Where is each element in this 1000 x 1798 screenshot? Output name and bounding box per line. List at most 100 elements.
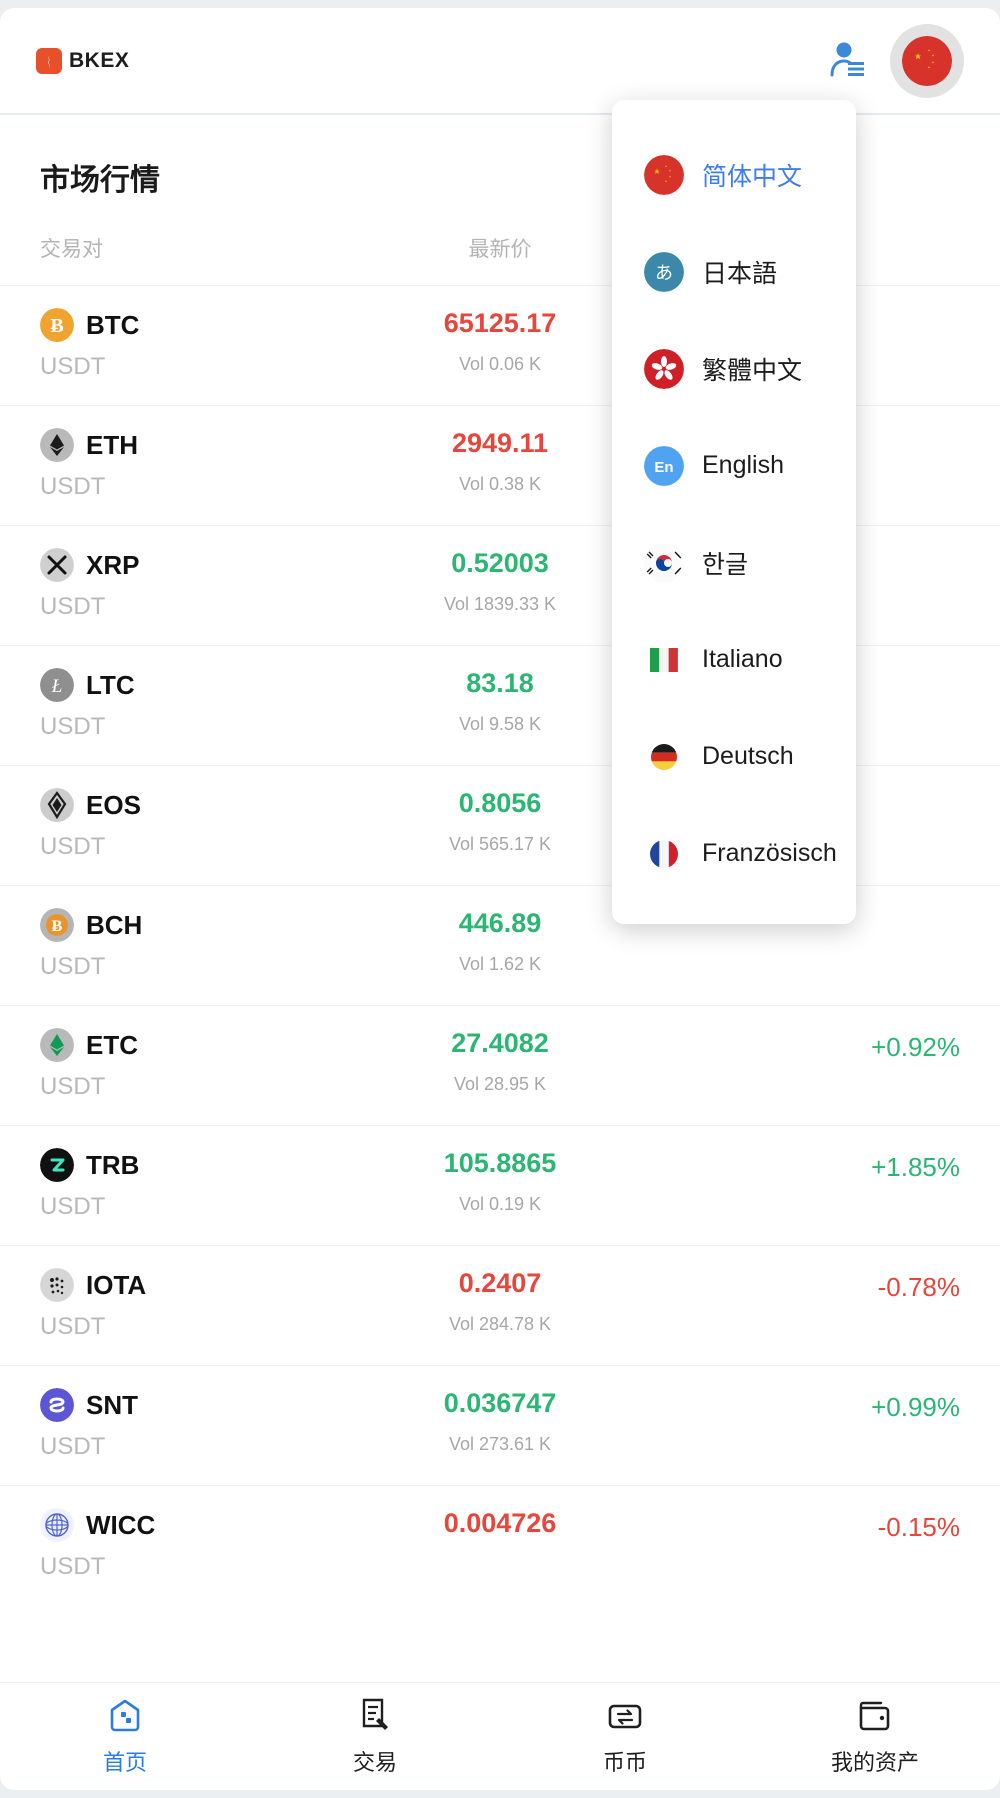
nav-item-label: 交易 [352, 1750, 397, 1775]
nav-item-coin-exchange[interactable]: 币币 [500, 1696, 750, 1777]
quote-currency: USDT [40, 953, 106, 980]
language-menu-item[interactable]: Deutsch [612, 708, 856, 805]
market-pair-cell: Ƀ BCH USDT [40, 908, 370, 981]
wallet-icon [855, 1696, 895, 1736]
table-row[interactable]: WICC USDT 0.004726 -0.15% [0, 1485, 1000, 1605]
language-menu-item[interactable]: 简体中文 [612, 126, 856, 223]
nav-item-trade-doc[interactable]: 交易 [250, 1696, 500, 1777]
change-percent: -0.78% [877, 1272, 960, 1302]
coin-symbol: SNT [86, 1389, 138, 1420]
coin-symbol: XRP [86, 549, 140, 580]
flag-jp-kana-icon: あ [644, 251, 684, 292]
table-row[interactable]: SNT USDT 0.036747 Vol 273.61 K +0.99% [0, 1365, 1000, 1485]
column-header-price: 最新价 [468, 238, 532, 261]
change-percent: +0.99% [871, 1392, 960, 1422]
bkex-logo-text: BKEX [69, 48, 130, 72]
volume-label: Vol 273.61 K [448, 1434, 552, 1454]
market-price-cell: 27.4082 Vol 28.95 K [370, 1028, 630, 1095]
ltc-icon: Ł [40, 668, 74, 702]
market-price-cell: 0.2407 Vol 284.78 K [370, 1268, 630, 1335]
flag-it-icon [644, 640, 684, 680]
market-price-cell: 65125.17 Vol 0.06 K [370, 308, 630, 375]
flag-cn-icon [902, 35, 952, 86]
table-row[interactable]: ETC USDT 27.4082 Vol 28.95 K +0.92% [0, 1005, 1000, 1125]
pair-symbol-group: EOS [40, 788, 370, 822]
trade-doc-icon [355, 1696, 395, 1736]
language-dropdown-menu[interactable]: 简体中文あ 日本語 繁體中文 En English 한글 Italiano Deu… [612, 100, 856, 924]
volume-label: Vol 565.17 K [448, 834, 552, 854]
last-price: 65125.17 [443, 308, 557, 338]
coin-symbol: BTC [86, 309, 140, 340]
language-menu-item[interactable]: Italiano [612, 611, 856, 708]
volume-label: Vol 0.06 K [458, 354, 542, 374]
language-menu-item-label: 日本語 [702, 259, 778, 288]
quote-currency: USDT [40, 833, 106, 860]
eos-icon [40, 788, 74, 822]
volume-label: Vol 1.62 K [458, 954, 542, 974]
volume-label: Vol 0.19 K [458, 1194, 542, 1214]
market-pair-cell: IOTA USDT [40, 1268, 370, 1341]
language-menu-item-label: Italiano [702, 645, 783, 673]
flag-hk-icon [644, 348, 684, 389]
language-menu-item-label: 简体中文 [702, 162, 803, 191]
language-menu-item[interactable]: 繁體中文 [612, 320, 856, 417]
last-price: 105.8865 [443, 1148, 557, 1178]
market-pair-cell: XRP USDT [40, 548, 370, 621]
language-menu-item-label: Deutsch [702, 742, 794, 770]
language-menu-item[interactable]: En English [612, 417, 856, 514]
last-price: 0.52003 [451, 548, 549, 578]
header-actions [824, 23, 964, 98]
btc-icon: Ƀ [40, 308, 74, 342]
language-menu-item[interactable]: Französisch [612, 805, 856, 902]
market-pair-cell: Ƀ BTC USDT [40, 308, 370, 381]
svg-text:Ł: Ł [51, 676, 63, 697]
pair-symbol-group: Ƀ BTC [40, 308, 370, 342]
market-pair-cell: WICC USDT [40, 1508, 370, 1581]
home-icon-svg [110, 1699, 140, 1732]
quote-currency: USDT [40, 1193, 106, 1220]
quote-currency: USDT [40, 1553, 106, 1580]
nav-item-wallet[interactable]: 我的资产 [750, 1696, 1000, 1777]
nav-item-home[interactable]: 首页 [0, 1696, 250, 1777]
coin-symbol: WICC [86, 1509, 156, 1540]
language-menu-item-label: English [702, 451, 784, 479]
volume-label: Vol 9.58 K [458, 714, 542, 734]
language-selector-button[interactable] [890, 23, 964, 98]
last-price: 0.8056 [458, 788, 542, 818]
flag-cn-icon-svg [902, 35, 952, 86]
wicc-icon [40, 1508, 74, 1542]
last-price: 446.89 [458, 908, 542, 938]
change-percent: -0.15% [877, 1512, 960, 1542]
coin-symbol: BCH [86, 909, 143, 940]
last-price: 27.4082 [451, 1028, 549, 1058]
language-menu-item[interactable]: 한글 [612, 514, 856, 611]
language-menu-item[interactable]: あ 日本語 [612, 223, 856, 320]
xrp-icon [40, 548, 74, 582]
iota-icon [40, 1268, 74, 1302]
etc-icon [40, 1028, 74, 1062]
flag-de-icon [644, 737, 684, 777]
last-price: 0.004726 [443, 1508, 557, 1538]
flag-en-icon: En [644, 445, 684, 486]
column-header-pair: 交易对 [40, 238, 103, 261]
svg-text:Ƀ: Ƀ [52, 918, 63, 935]
svg-text:あ: あ [655, 263, 673, 284]
bch-icon: Ƀ [40, 908, 74, 942]
eth-icon [40, 428, 74, 462]
flag-kr-icon [644, 542, 684, 583]
coin-symbol: IOTA [86, 1269, 147, 1300]
coin-symbol: LTC [86, 669, 135, 700]
market-price-cell: 0.004726 [370, 1508, 630, 1554]
quote-currency: USDT [40, 713, 106, 740]
table-row[interactable]: TRB USDT 105.8865 Vol 0.19 K +1.85% [0, 1125, 1000, 1245]
table-row[interactable]: IOTA USDT 0.2407 Vol 284.78 K -0.78% [0, 1245, 1000, 1365]
pair-symbol-group: ETH [40, 428, 370, 462]
market-pair-cell: ETH USDT [40, 428, 370, 501]
volume-label: Vol 28.95 K [453, 1074, 547, 1094]
market-price-cell: 0.52003 Vol 1839.33 K [370, 548, 630, 615]
market-pair-cell: TRB USDT [40, 1148, 370, 1221]
person-lines-icon[interactable] [824, 39, 868, 83]
pair-symbol-group: SNT [40, 1388, 370, 1422]
bkex-logo[interactable]: BKEX [36, 47, 130, 74]
last-price: 0.036747 [443, 1388, 557, 1418]
